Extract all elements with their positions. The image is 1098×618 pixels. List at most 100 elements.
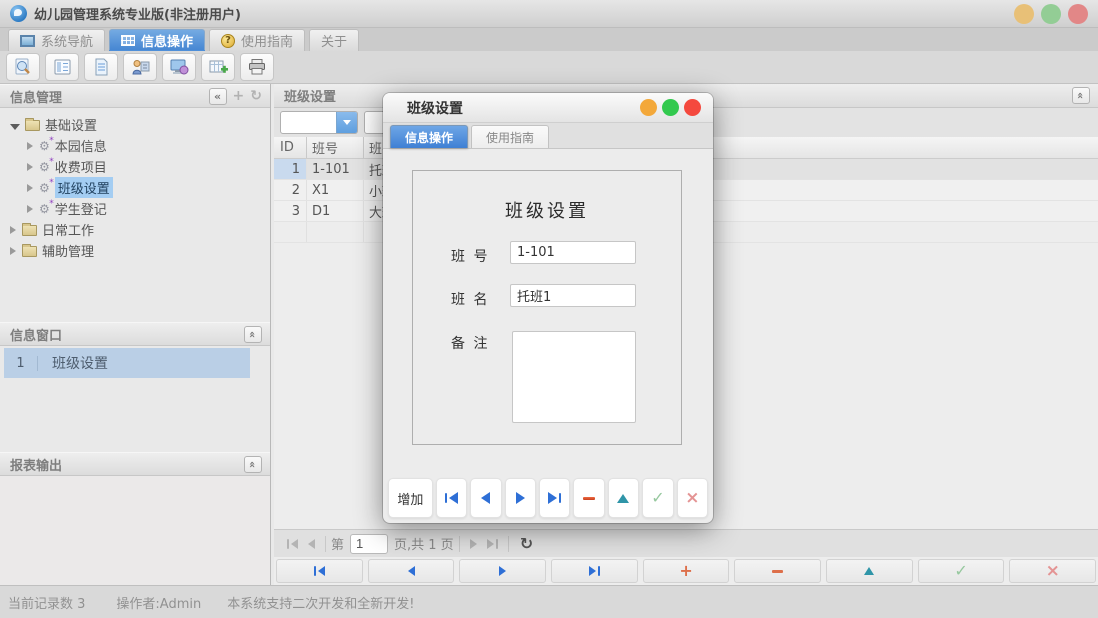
column-header-id[interactable]: ID (274, 137, 307, 158)
collapsed-arrow-icon[interactable] (27, 204, 33, 213)
dialog-tab-user-guide[interactable]: 使用指南 (471, 125, 550, 148)
collapse-up-button[interactable]: « (1072, 87, 1090, 104)
page-prev-button[interactable] (308, 538, 315, 549)
form-list-icon (54, 59, 70, 75)
page-first-button[interactable] (287, 538, 298, 549)
post-record-button[interactable] (607, 478, 640, 518)
collapse-up-button[interactable]: « (244, 455, 262, 473)
tree-node-daily-work[interactable]: 日常工作 (0, 219, 270, 240)
cancel-button[interactable]: × (1009, 559, 1097, 583)
cell-class-no: X1 (307, 180, 364, 200)
next-record-button[interactable] (459, 559, 547, 583)
operator-text: 操作者:Admin (116, 596, 202, 612)
add-icon[interactable]: + (233, 88, 245, 104)
class-name-field[interactable] (510, 284, 636, 307)
maximize-button[interactable] (1041, 3, 1061, 24)
tab-about[interactable]: 关于 (309, 29, 360, 51)
cell-filler (664, 201, 1098, 221)
collapse-left-button[interactable]: « (208, 87, 227, 105)
dialog-close-button[interactable] (684, 99, 701, 116)
document-button[interactable] (84, 53, 118, 81)
page-last-button[interactable] (486, 538, 498, 549)
class-no-field[interactable] (510, 241, 636, 264)
help-icon: ? (221, 33, 236, 48)
tree-node-basic-settings[interactable]: 基础设置 (0, 114, 270, 135)
titlebar: 幼儿园管理系统专业版(非注册用户) (0, 0, 1098, 28)
tree-node-auxiliary[interactable]: 辅助管理 (0, 240, 270, 261)
collapsed-arrow-icon[interactable] (10, 225, 16, 234)
first-record-button[interactable] (276, 559, 363, 583)
confirm-button[interactable]: ✓ (917, 559, 1005, 583)
collapsed-arrow-icon[interactable] (27, 183, 33, 192)
tab-user-guide[interactable]: ? 使用指南 (209, 29, 306, 51)
table-add-button[interactable] (201, 53, 235, 81)
tool-icon: ⚙ (39, 158, 53, 173)
printer-button[interactable] (240, 53, 274, 81)
chevron-down-icon (343, 120, 351, 129)
tree-node-fee-items[interactable]: ⚙ 收费项目 (0, 156, 270, 177)
statusbar: 当前记录数 3 操作者:Admin 本系统支持二次开发和全新开发! (0, 585, 1098, 618)
prev-record-button[interactable] (367, 559, 455, 583)
info-window-panel: 信息窗口 « 1 班级设置 (0, 322, 270, 452)
prev-record-button[interactable] (470, 478, 502, 518)
user-report-button[interactable] (123, 53, 157, 81)
collapse-up-icon: « (1074, 91, 1088, 100)
delete-record-button[interactable] (734, 559, 822, 583)
minimize-button[interactable] (1014, 3, 1034, 24)
tool-icon: ⚙ (39, 137, 53, 152)
column-header-class-no[interactable]: 班号 (307, 137, 364, 158)
triangle-up-icon (864, 567, 875, 575)
filter-combobox[interactable] (280, 111, 358, 134)
triangle-up-icon (617, 493, 630, 503)
tab-system-nav[interactable]: 系统导航 (8, 29, 106, 51)
last-record-button[interactable] (538, 478, 571, 518)
next-record-button[interactable] (504, 478, 536, 518)
tool-icon: ⚙ (39, 179, 53, 194)
page-number-input[interactable] (350, 533, 389, 554)
printer-icon (249, 59, 265, 75)
tree-node-class-settings[interactable]: ⚙ 班级设置 (0, 177, 270, 198)
last-record-button[interactable] (551, 559, 638, 583)
refresh-icon[interactable]: ↻ (250, 88, 262, 104)
collapsed-arrow-icon[interactable] (27, 162, 33, 171)
dialog-tab-info-operation[interactable]: 信息操作 (390, 125, 469, 148)
dialog-titlebar[interactable]: 班级设置 (383, 93, 713, 123)
first-record-button[interactable] (435, 478, 468, 518)
tab-label: 信息操作 (141, 35, 194, 50)
expanded-arrow-icon[interactable] (10, 123, 20, 130)
list-item-class-settings[interactable]: 1 班级设置 (4, 348, 250, 378)
check-icon: ✓ (954, 561, 968, 580)
cell-empty (307, 222, 364, 242)
delete-record-button[interactable] (573, 478, 605, 518)
info-window-body: 1 班级设置 (0, 346, 270, 452)
dialog-minimize-button[interactable] (640, 99, 657, 116)
add-record-button[interactable]: + (642, 559, 730, 583)
refresh-icon[interactable]: ↻ (520, 534, 533, 553)
confirm-button[interactable]: ✓ (642, 478, 674, 518)
x-icon: × (685, 487, 700, 508)
tab-label: 关于 (321, 35, 348, 50)
tab-info-operation[interactable]: 信息操作 (109, 29, 206, 53)
cell-filler (664, 159, 1098, 179)
add-button[interactable]: 增加 (388, 478, 433, 518)
cancel-button[interactable]: × (676, 478, 709, 518)
form-title: 班级设置 (505, 201, 589, 222)
page-next-button[interactable] (469, 538, 477, 549)
tree-node-student-register[interactable]: ⚙ 学生登记 (0, 198, 270, 219)
close-button[interactable] (1068, 3, 1088, 24)
last-icon (588, 566, 600, 576)
main-tabbar: 系统导航 信息操作 ? 使用指南 关于 (0, 28, 1098, 53)
collapsed-arrow-icon[interactable] (10, 246, 16, 255)
tree-node-school-info[interactable]: ⚙ 本园信息 (0, 135, 270, 156)
post-record-button[interactable] (826, 559, 913, 583)
remark-field[interactable] (512, 331, 636, 423)
search-preview-button[interactable] (6, 53, 40, 81)
tree-label: 学生登记 (54, 203, 107, 218)
form-list-button[interactable] (45, 53, 79, 81)
info-management-panel: 信息管理 « + ↻ 基础设置 ⚙ 本园信息 ⚙ (0, 84, 270, 322)
monitor-globe-button[interactable] (162, 53, 196, 81)
dialog-maximize-button[interactable] (662, 99, 679, 116)
collapse-up-button[interactable]: « (244, 325, 262, 343)
collapsed-arrow-icon[interactable] (27, 141, 33, 150)
combobox-dropdown-button[interactable] (336, 112, 357, 133)
